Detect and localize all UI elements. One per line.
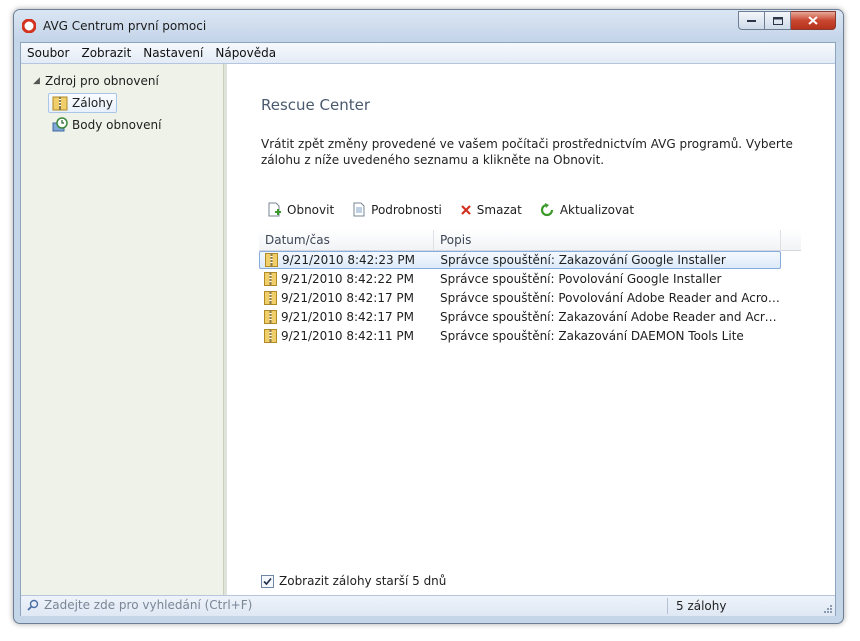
row-date: 9/21/2010 8:42:17 PM: [281, 291, 415, 305]
list-header: Datum/čas Popis: [259, 230, 801, 251]
row-date: 9/21/2010 8:42:22 PM: [281, 272, 415, 286]
column-header-date[interactable]: Datum/čas: [259, 230, 434, 250]
zip-archive-icon: [264, 310, 277, 324]
search-input[interactable]: Zadejte zde pro vyhledání (Ctrl+F): [44, 598, 252, 612]
details-label: Podrobnosti: [371, 203, 442, 217]
table-row[interactable]: 9/21/2010 8:42:22 PM Správce spouštění: …: [259, 270, 781, 288]
row-desc: Správce spouštění: Zakazování Adobe Read…: [440, 310, 781, 324]
sidebar-item-label: Body obnovení: [72, 118, 162, 132]
close-button[interactable]: [791, 11, 836, 30]
delete-label: Smazat: [476, 203, 522, 217]
client-area: Soubor Zobrazit Nastavení Nápověda ◢ Zdr…: [20, 42, 836, 616]
table-row[interactable]: 9/21/2010 8:42:23 PM Správce spouštění: …: [259, 251, 781, 269]
tree-root[interactable]: ◢ Zdroj pro obnovení: [33, 72, 159, 90]
minimize-button[interactable]: [738, 11, 765, 30]
backup-list: Datum/čas Popis 9/21/2010 8:42:23 PM Spr…: [259, 230, 801, 530]
refresh-button[interactable]: Aktualizovat: [540, 202, 635, 218]
details-document-icon: [353, 202, 365, 217]
row-desc: Správce spouštění: Povolování Adobe Read…: [440, 291, 781, 305]
tree-expanded-icon: ◢: [33, 76, 40, 86]
row-desc: Správce spouštění: Povolování Google Ins…: [440, 272, 722, 286]
main-panel: Rescue Center Vrátit zpět změny proveden…: [227, 64, 835, 595]
window-controls: [738, 11, 836, 30]
delete-x-icon: [461, 205, 471, 215]
column-header-filler: [781, 230, 801, 250]
menu-bar: Soubor Zobrazit Nastavení Nápověda: [21, 43, 835, 64]
status-count: 5 zálohy: [676, 599, 727, 613]
menu-nastaveni[interactable]: Nastavení: [137, 46, 209, 60]
avg-lifebuoy-icon: [22, 19, 36, 33]
page-title: Rescue Center: [261, 96, 371, 114]
show-older-option[interactable]: Zobrazit zálohy starší 5 dnů: [261, 574, 446, 588]
refresh-label: Aktualizovat: [559, 203, 635, 217]
toolbar: Obnovit Podrobnosti Smazat Aktualizovat: [267, 202, 652, 218]
maximize-icon: [772, 16, 783, 25]
row-date: 9/21/2010 8:42:23 PM: [282, 253, 416, 267]
delete-button[interactable]: Smazat: [460, 203, 522, 217]
row-date: 9/21/2010 8:42:11 PM: [281, 329, 415, 343]
status-bar: Zadejte zde pro vyhledání (Ctrl+F) 5 zál…: [21, 595, 835, 616]
status-divider: [667, 598, 668, 614]
details-button[interactable]: Podrobnosti: [352, 202, 442, 218]
menu-napoveda[interactable]: Nápověda: [209, 46, 282, 60]
title-bar[interactable]: AVG Centrum první pomoci: [14, 10, 843, 42]
restore-point-icon: [52, 117, 68, 132]
row-date: 9/21/2010 8:42:17 PM: [281, 310, 415, 324]
app-window: AVG Centrum první pomoci Soubor Zobrazit…: [13, 9, 844, 624]
show-older-checkbox[interactable]: [261, 574, 274, 588]
table-row[interactable]: 9/21/2010 8:42:17 PM Správce spouštění: …: [259, 289, 781, 307]
show-older-label: Zobrazit zálohy starší 5 dnů: [279, 574, 447, 588]
sidebar-item-zalohy[interactable]: Zálohy: [48, 93, 117, 113]
window-title: AVG Centrum první pomoci: [43, 19, 207, 33]
folder-zip-icon: [52, 96, 68, 110]
tree-root-label: Zdroj pro obnovení: [45, 74, 159, 88]
table-row[interactable]: 9/21/2010 8:42:11 PM Správce spouštění: …: [259, 327, 781, 345]
refresh-arrow-icon: [540, 202, 553, 216]
zip-archive-icon: [264, 291, 277, 305]
resize-grip-icon[interactable]: [823, 604, 833, 614]
table-row[interactable]: 9/21/2010 8:42:17 PM Správce spouštění: …: [259, 308, 781, 326]
zip-archive-icon: [265, 253, 278, 267]
restore-label: Obnovit: [287, 203, 335, 217]
row-desc: Správce spouštění: Zakazování DAEMON Too…: [440, 329, 744, 343]
zip-archive-icon: [264, 329, 277, 343]
sidebar-tree: ◢ Zdroj pro obnovení Zálohy Body obnoven…: [21, 64, 224, 595]
sidebar-item-label: Zálohy: [72, 96, 113, 110]
menu-soubor[interactable]: Soubor: [21, 46, 75, 60]
restore-document-icon: [268, 202, 281, 217]
close-icon: [808, 16, 818, 25]
search-box[interactable]: Zadejte zde pro vyhledání (Ctrl+F): [27, 598, 252, 612]
page-description: Vrátit zpět změny provedené ve vašem poč…: [261, 137, 793, 167]
checkmark-icon: [263, 577, 272, 585]
menu-zobrazit[interactable]: Zobrazit: [75, 46, 137, 60]
column-header-desc[interactable]: Popis: [434, 230, 781, 250]
zip-archive-icon: [264, 272, 277, 286]
search-icon: [27, 599, 39, 611]
maximize-button[interactable]: [765, 11, 791, 30]
row-desc: Správce spouštění: Zakazování Google Ins…: [440, 253, 726, 267]
minimize-icon: [747, 19, 756, 22]
sidebar-item-body-obnoveni[interactable]: Body obnovení: [52, 116, 161, 134]
restore-button[interactable]: Obnovit: [267, 202, 334, 218]
